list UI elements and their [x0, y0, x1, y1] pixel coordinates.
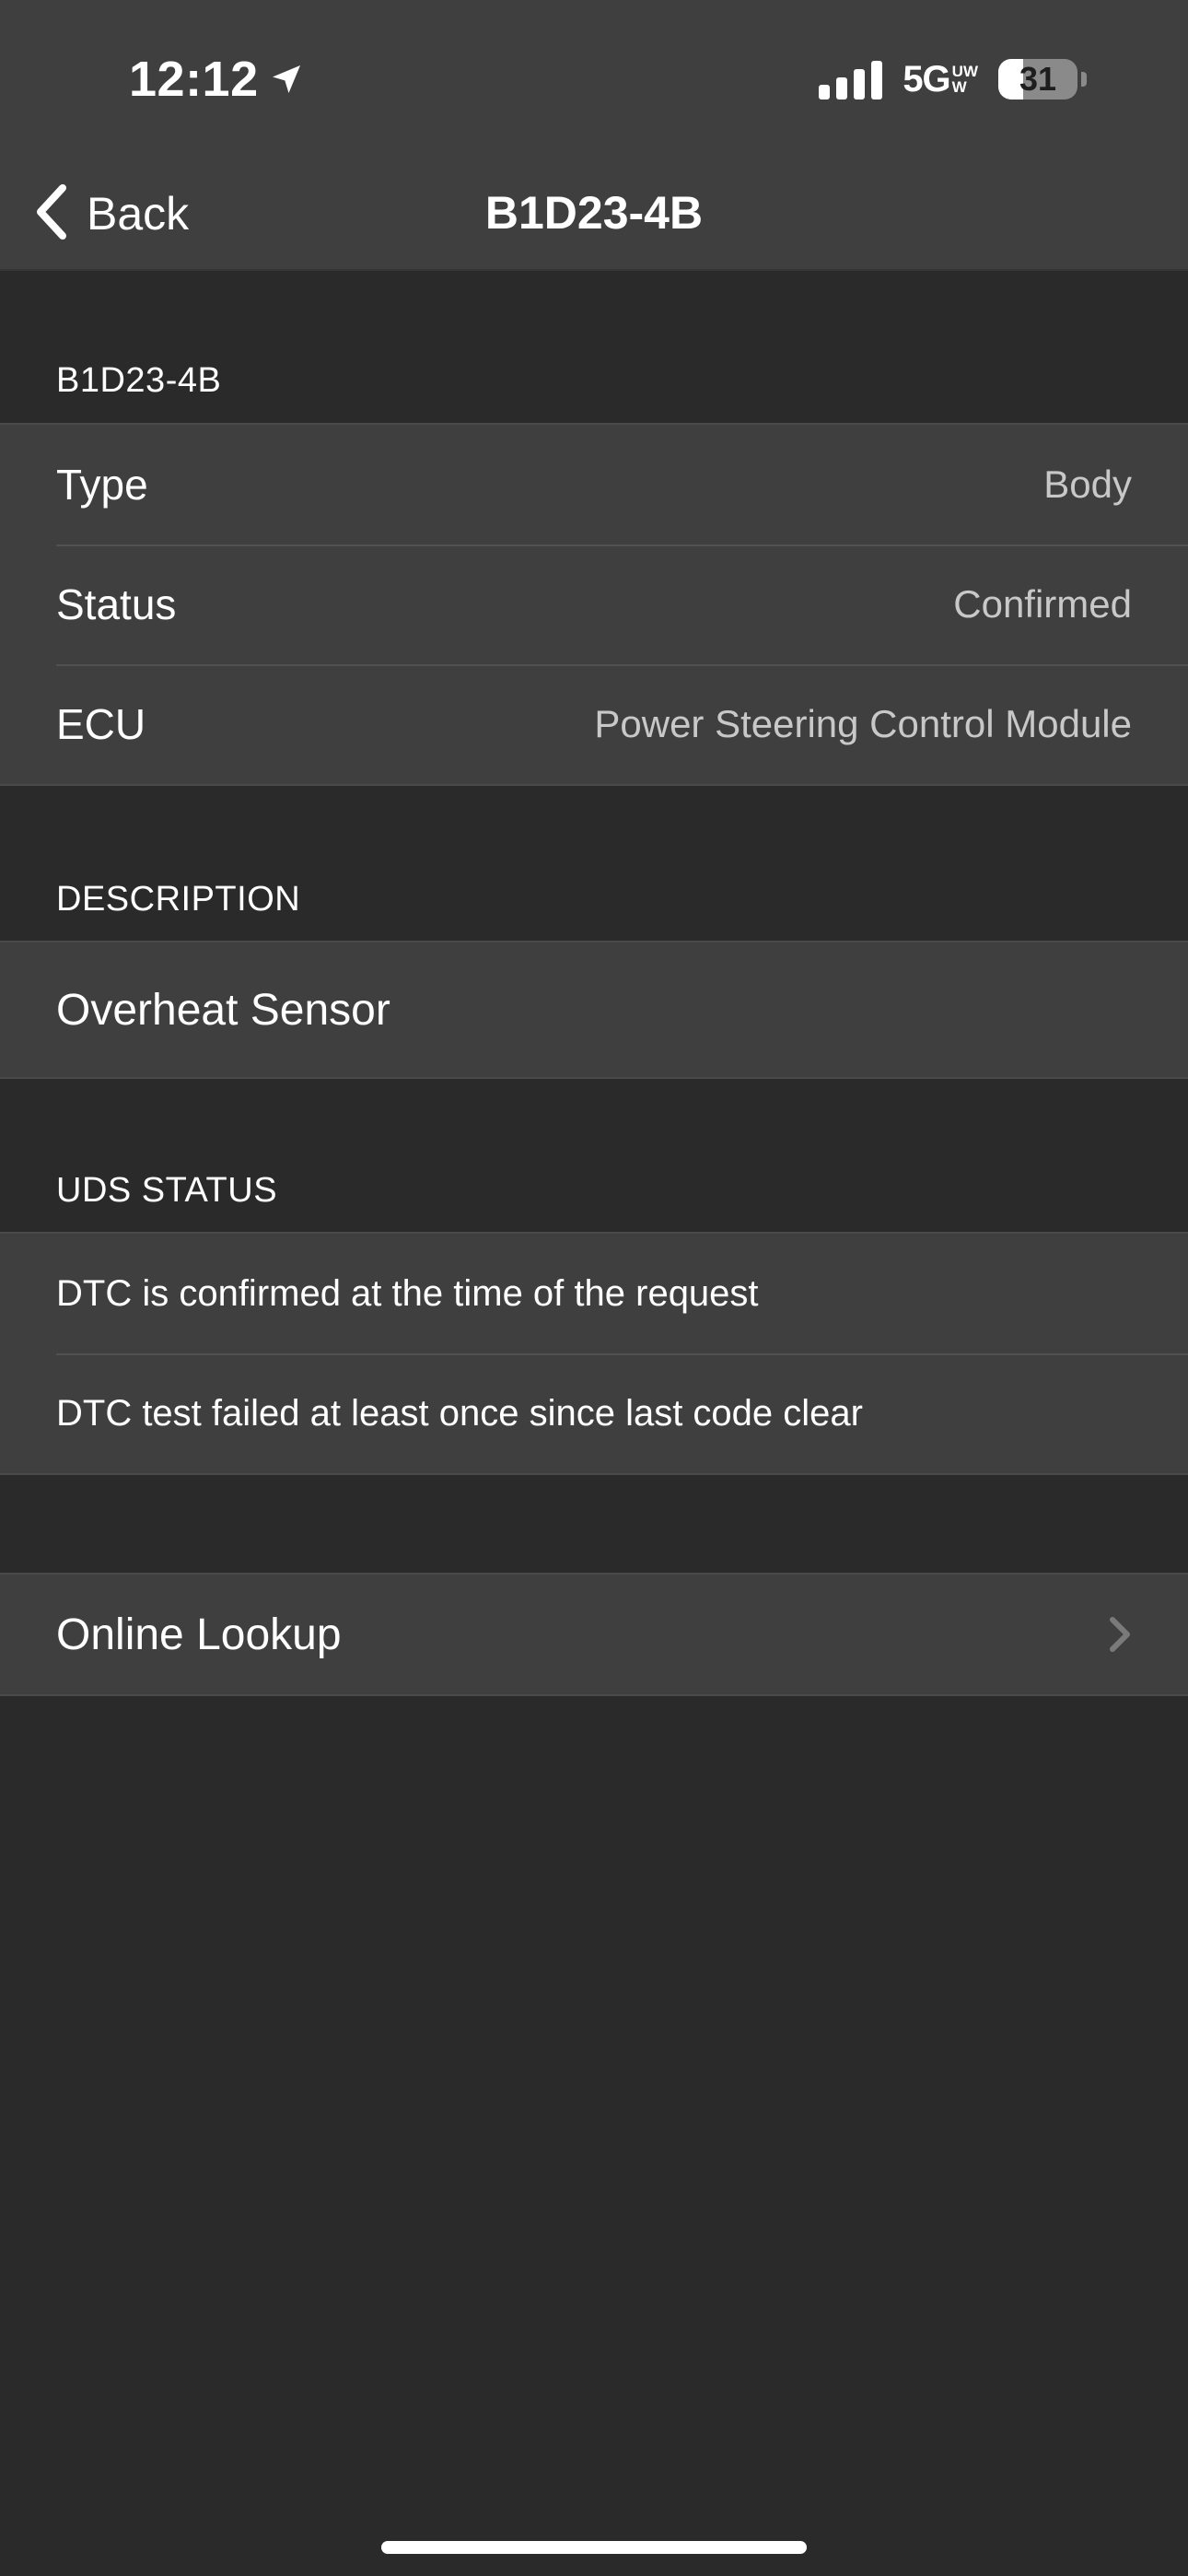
app-screen: 12:12 5G UW W 31 Back B1D23-4B B1D23-4B … [0, 0, 1188, 2576]
type-row: Type Body [0, 425, 1188, 544]
status-bar: 12:12 5G UW W 31 [0, 0, 1188, 157]
status-label: Status [56, 580, 177, 628]
chevron-left-icon [35, 183, 68, 244]
uds-status-text: DTC test failed at least once since last… [56, 1392, 863, 1434]
back-label: Back [87, 188, 190, 240]
type-value: Body [1043, 463, 1132, 506]
uds-status-text: DTC is confirmed at the time of the requ… [56, 1272, 759, 1314]
back-button[interactable]: Back [35, 177, 189, 251]
ecu-label: ECU [56, 700, 146, 748]
online-lookup-button[interactable]: Online Lookup [0, 1575, 1188, 1694]
uds-section-header: UDS STATUS [56, 1171, 278, 1210]
top-bar: 12:12 5G UW W 31 Back B1D23-4B [0, 0, 1188, 271]
description-row: Overheat Sensor [0, 943, 1188, 1077]
ecu-row: ECU Power Steering Control Module [0, 664, 1188, 784]
status-time-group: 12:12 [129, 46, 305, 112]
description-text: Overheat Sensor [56, 985, 390, 1035]
uds-status-group: DTC is confirmed at the time of the requ… [0, 1232, 1188, 1475]
battery-level: 31 [1019, 60, 1057, 98]
description-section-header: DESCRIPTION [56, 880, 301, 919]
status-time: 12:12 [129, 52, 259, 107]
navigation-bar: Back B1D23-4B [0, 157, 1188, 269]
uds-status-item: DTC test failed at least once since last… [0, 1353, 1188, 1473]
uds-status-item: DTC is confirmed at the time of the requ… [0, 1234, 1188, 1353]
network-badge: UW W [952, 64, 978, 95]
code-section-header: B1D23-4B [56, 361, 222, 400]
status-value: Confirmed [953, 582, 1132, 626]
type-label: Type [56, 461, 148, 509]
location-arrow-icon [268, 61, 305, 98]
network-badge-bottom: W [951, 78, 967, 96]
network-badge-top: UW [951, 63, 978, 80]
code-details-group: Type Body Status Confirmed ECU Power Ste… [0, 423, 1188, 786]
description-group: Overheat Sensor [0, 941, 1188, 1079]
online-lookup-label: Online Lookup [56, 1610, 342, 1659]
battery-icon: 31 [998, 59, 1077, 100]
network-type: 5G UW W [903, 59, 978, 100]
home-indicator[interactable] [381, 2541, 807, 2554]
lookup-group: Online Lookup [0, 1573, 1188, 1696]
battery-cap [1081, 72, 1087, 87]
network-label: 5G [903, 58, 950, 100]
ecu-value: Power Steering Control Module [594, 702, 1132, 745]
status-right-group: 5G UW W 31 [819, 53, 1087, 105]
battery-group: 31 [998, 59, 1087, 100]
chevron-right-icon [1108, 1616, 1132, 1653]
signal-icon [819, 59, 883, 100]
status-row: Status Confirmed [0, 544, 1188, 664]
